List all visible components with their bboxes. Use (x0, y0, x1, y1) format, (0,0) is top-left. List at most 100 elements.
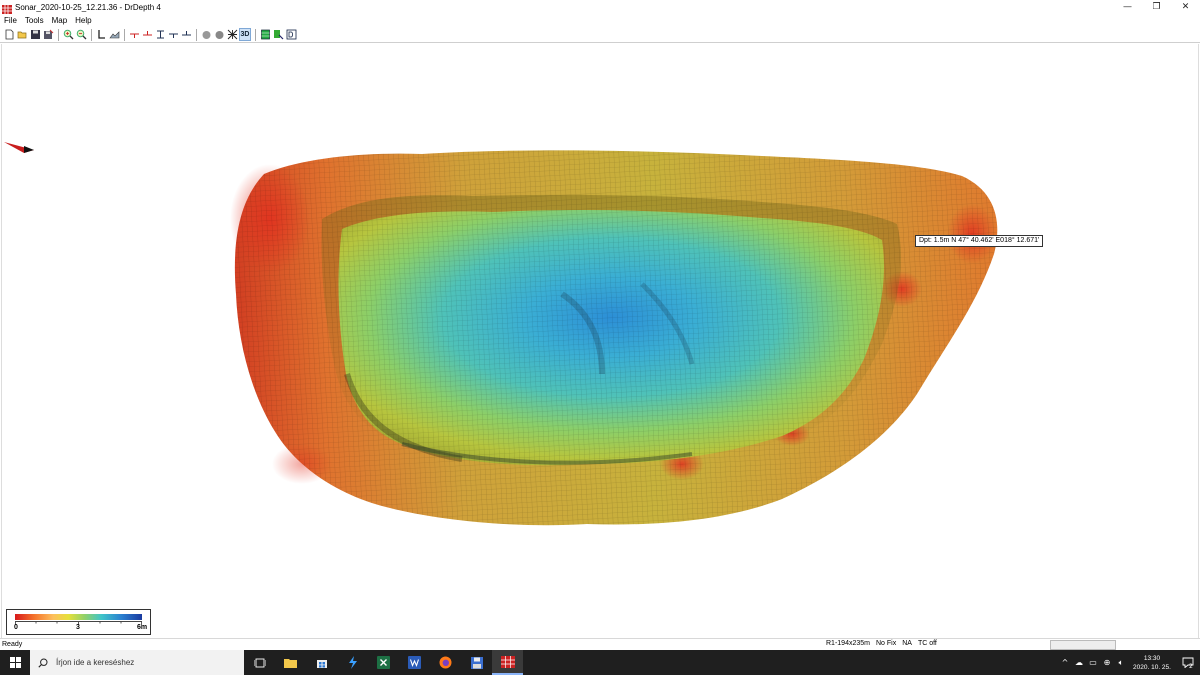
app-window: Sonar_2020-10-25_12.21.36 - DrDepth 4 — … (0, 0, 1200, 650)
window-title: Sonar_2020-10-25_12.21.36 - DrDepth 4 (15, 2, 161, 12)
grid-icon (260, 29, 270, 40)
title-bar[interactable]: Sonar_2020-10-25_12.21.36 - DrDepth 4 — … (0, 0, 1200, 15)
database-icon (286, 29, 296, 40)
menu-bar: File Tools Map Help (0, 14, 1200, 27)
zoom-out-icon (76, 29, 86, 40)
excel-button[interactable] (368, 650, 399, 675)
profile-icon (108, 31, 119, 39)
profile-button[interactable] (108, 28, 120, 41)
taskbar-search[interactable]: Írjon ide a kereséshez (30, 650, 244, 675)
zoom-out-button[interactable] (75, 28, 87, 41)
system-tray: ^ ☁ ▭ ⊕ 🔈︎ 13:30 2020. 10. 25. 2 (1058, 650, 1200, 675)
sphere-1-button[interactable] (200, 28, 212, 41)
store-icon (316, 659, 327, 668)
app-lightning-button[interactable] (337, 650, 368, 675)
sphere-icon (215, 31, 223, 39)
track-red-icon (142, 31, 152, 36)
zoom-in-icon (63, 29, 73, 40)
surface-mesh (234, 150, 998, 526)
tray-volume-icon[interactable]: 🔈︎ (1114, 650, 1128, 675)
sphere-icon (202, 31, 210, 39)
taskbar-clock[interactable]: 13:30 2020. 10. 25. (1128, 654, 1176, 672)
track-red-icon (129, 33, 139, 38)
crosshair-icon (227, 29, 237, 40)
tray-chevron-up-icon[interactable]: ^ (1058, 650, 1072, 675)
menu-tools[interactable]: Tools (21, 16, 48, 25)
toolbar-separator (255, 28, 256, 41)
word-button[interactable] (399, 650, 430, 675)
status-progress-box (1050, 640, 1116, 650)
drdepth-taskbar-button[interactable] (492, 650, 523, 675)
floppy-icon (470, 656, 483, 669)
clock-date: 2020. 10. 25. (1133, 663, 1171, 671)
close-button[interactable]: ✕ (1171, 0, 1200, 14)
open-icon (17, 31, 26, 39)
toolbar-separator (124, 28, 125, 41)
search-icon (38, 657, 48, 668)
track-red-1-button[interactable] (128, 28, 140, 41)
track-red-2-button[interactable] (141, 28, 153, 41)
notification-count: 2 (1189, 663, 1193, 670)
notification-center-button[interactable]: 2 (1176, 650, 1200, 675)
database-button[interactable] (285, 28, 297, 41)
track-icon (156, 30, 164, 39)
status-ready: Ready (2, 641, 23, 648)
save-app-button[interactable] (461, 650, 492, 675)
taskbar: Írjon ide a kereséshez ^ ☁ ▭ ⊕ 🔈︎ 13:30 … (0, 650, 1200, 675)
task-view-button[interactable] (244, 650, 275, 675)
open-button[interactable] (16, 28, 28, 41)
corner-button[interactable] (95, 28, 107, 41)
tray-network-icon[interactable]: ⊕ (1100, 650, 1114, 675)
status-tc: TC off (917, 640, 937, 647)
drdepth-app-icon (500, 655, 515, 668)
restore-button[interactable]: ❐ (1142, 0, 1171, 14)
status-na: NA (902, 640, 912, 647)
track-2-button[interactable] (167, 28, 179, 41)
bathymetry-3d-surface[interactable] (2, 44, 1199, 638)
window-controls: — ❐ ✕ (1113, 0, 1200, 14)
new-button[interactable] (3, 28, 15, 41)
track-icon (181, 31, 191, 36)
menu-map[interactable]: Map (48, 16, 72, 25)
menu-help[interactable]: Help (71, 16, 95, 25)
task-view-icon (253, 658, 266, 667)
file-explorer-button[interactable] (275, 650, 306, 675)
3d-view-button[interactable]: 3D (239, 28, 251, 41)
track-1-button[interactable] (154, 28, 166, 41)
start-button[interactable] (0, 650, 30, 675)
firefox-button[interactable] (430, 650, 461, 675)
firefox-icon (439, 656, 452, 669)
toolbar: 3D (0, 27, 1200, 43)
word-icon (408, 656, 421, 669)
menu-file[interactable]: File (0, 16, 21, 25)
track-icon (168, 33, 178, 38)
grid-button[interactable] (259, 28, 271, 41)
search-placeholder: Írjon ide a kereséshez (56, 658, 135, 667)
save-as-icon (43, 29, 53, 39)
save-as-button[interactable] (42, 28, 54, 41)
zoom-in-button[interactable] (62, 28, 74, 41)
track-3-button[interactable] (180, 28, 192, 41)
crosshair-button[interactable] (226, 28, 238, 41)
lightning-icon (348, 656, 357, 669)
status-fix: No Fix (875, 640, 897, 647)
export-button[interactable] (272, 28, 284, 41)
3d-label: 3D (240, 31, 250, 38)
legend-color-bar (15, 614, 142, 620)
map-3d-viewport[interactable]: Dpt: 1.5m N 47° 40.462' E018° 12.671' 0 … (1, 44, 1199, 638)
legend-min-label: 0 (14, 624, 18, 631)
new-icon (5, 29, 13, 40)
sphere-2-button[interactable] (213, 28, 225, 41)
status-grid: R1-194x235m (826, 640, 870, 647)
save-button[interactable] (29, 28, 41, 41)
toolbar-separator (196, 28, 197, 41)
legend-max-label: 6m (137, 624, 148, 631)
minimize-button[interactable]: — (1113, 0, 1142, 14)
status-bar: Ready R1-194x235m No Fix NA TC off (0, 638, 1200, 650)
windows-logo-icon (9, 657, 21, 668)
tray-battery-icon[interactable]: ▭ (1086, 650, 1100, 675)
store-button[interactable] (306, 650, 337, 675)
tray-cloud-icon[interactable]: ☁ (1072, 650, 1086, 675)
toolbar-separator (91, 28, 92, 41)
save-icon (30, 30, 40, 39)
